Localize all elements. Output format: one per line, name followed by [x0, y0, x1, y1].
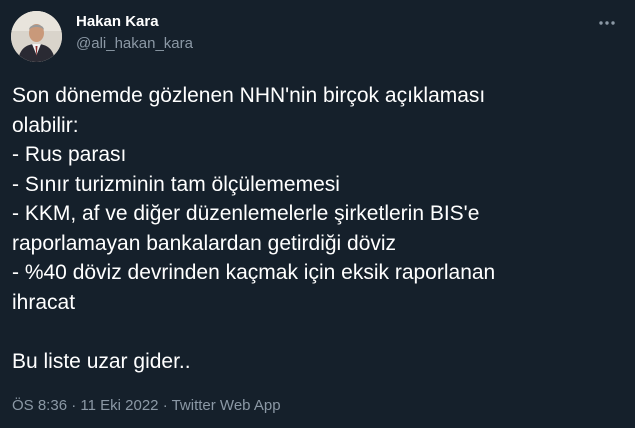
tweet-text-line: - Rus parası	[12, 143, 127, 166]
tweet-text-line: Son dönemde gözlenen NHN'nin birçok açık…	[12, 84, 486, 107]
tweet-text-line: raporlamayan bankalardan getirdiği döviz	[12, 231, 397, 255]
tweet-text: Son dönemde gözlenen NHN'nin birçok açık…	[12, 81, 624, 376]
tweet-text-line: olabilir:	[12, 113, 79, 137]
tweet-date[interactable]: 11 Eki 2022	[80, 397, 158, 414]
tweet-text-line: - %40 döviz devrinden kaçmak için eksik …	[12, 261, 496, 284]
tweet-time[interactable]: ÖS 8:36	[12, 397, 67, 414]
tweet-text-line: - KKM, af ve diğer düzenlemelerle şirket…	[12, 202, 480, 225]
tweet-card: Hakan Kara @ali_hakan_kara Son dönemde g…	[0, 0, 635, 428]
author-handle[interactable]: @ali_hakan_kara	[76, 35, 193, 52]
meta-separator: ·	[162, 397, 168, 414]
more-options-button[interactable]	[596, 12, 618, 34]
tweet-source[interactable]: Twitter Web App	[172, 397, 281, 414]
tweet-text-line: - Sınır turizminin tam ölçülememesi	[12, 172, 340, 196]
tweet-text-line: Bu liste uzar gider..	[12, 349, 191, 373]
more-dots-icon	[599, 21, 615, 25]
avatar-image	[11, 11, 62, 62]
tweet-text-line: ihracat	[12, 290, 76, 314]
avatar[interactable]	[11, 11, 62, 62]
author-name[interactable]: Hakan Kara	[76, 13, 159, 30]
meta-separator: ·	[71, 397, 77, 414]
tweet-meta: ÖS 8:36 · 11 Eki 2022 · Twitter Web App	[12, 397, 281, 414]
